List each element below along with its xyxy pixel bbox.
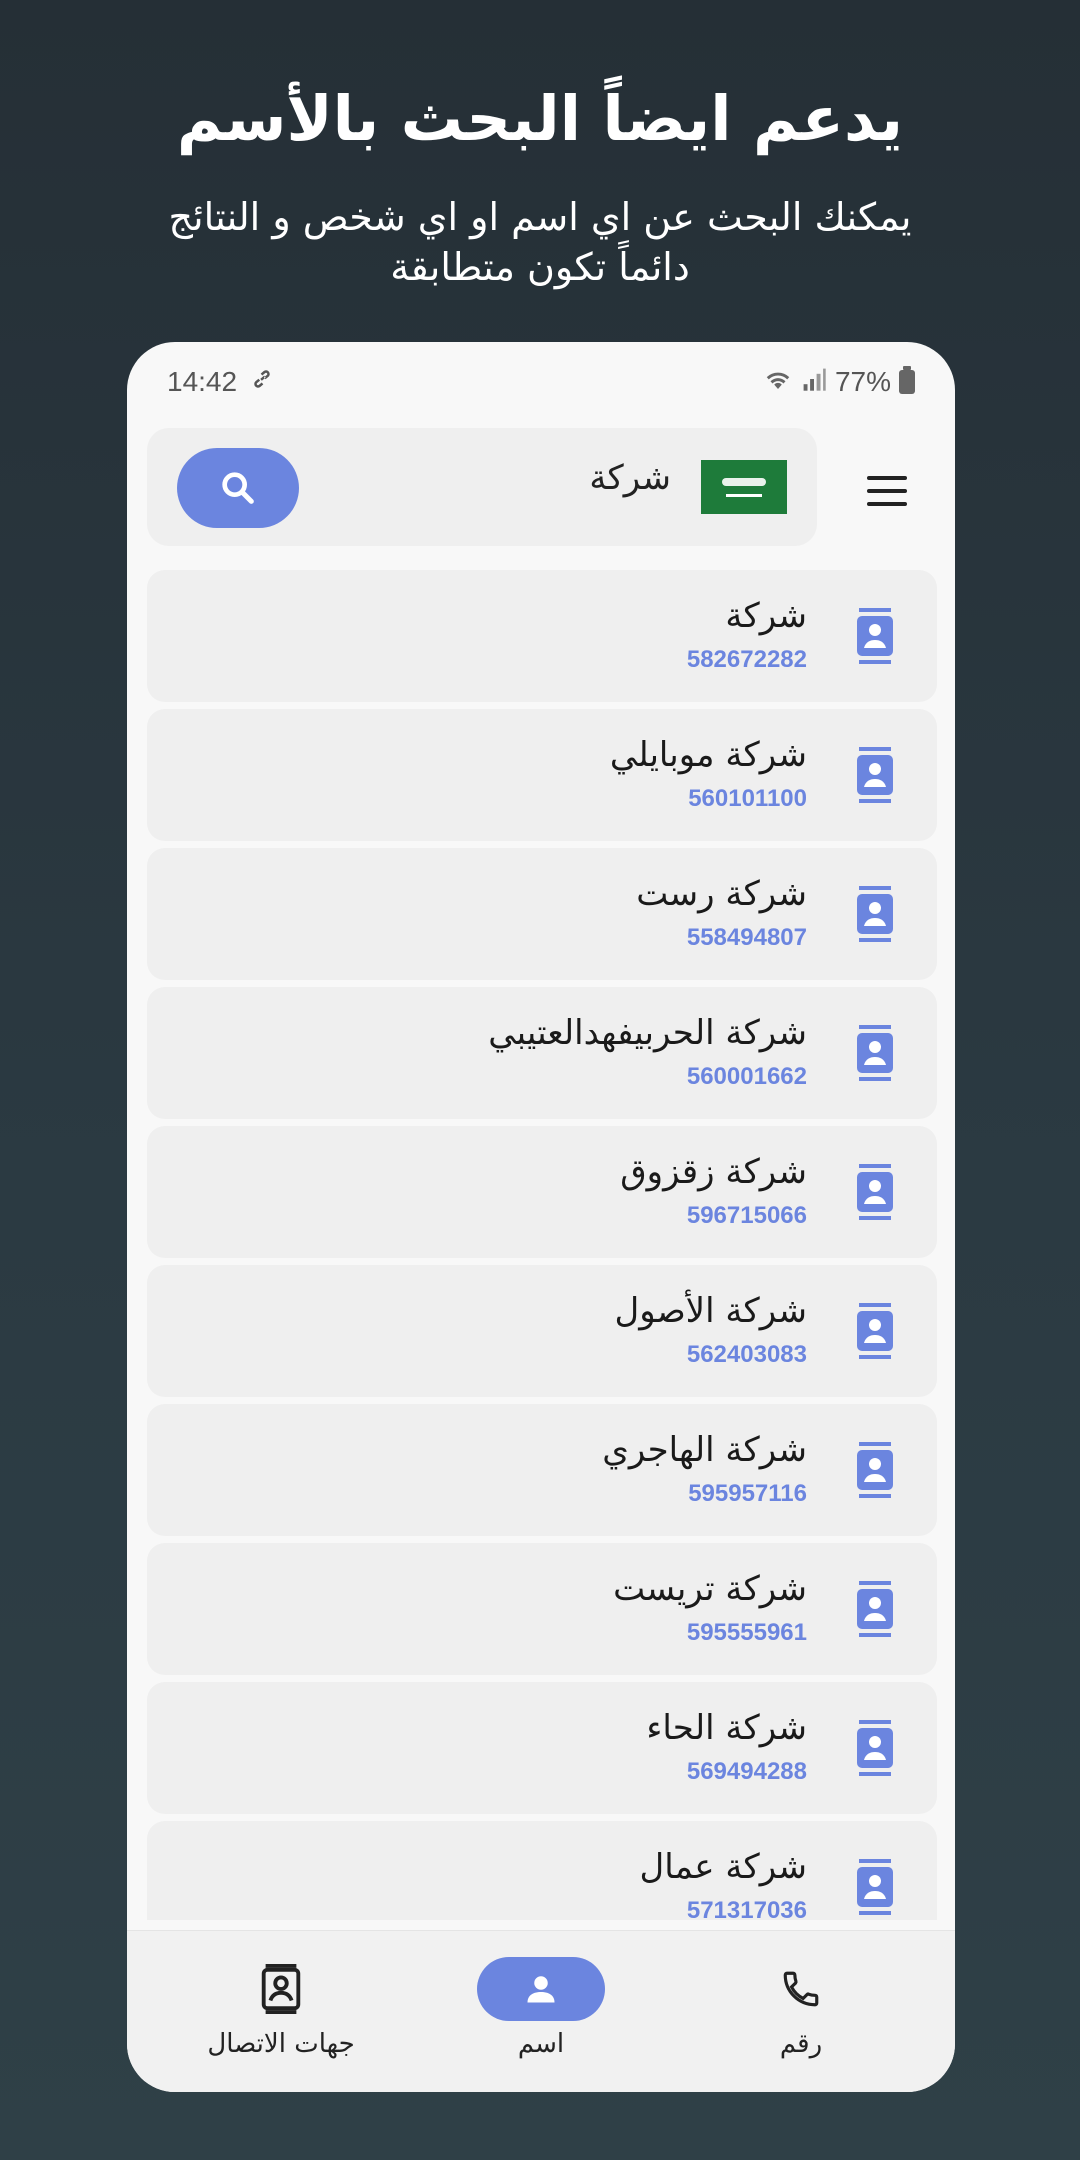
contact-name: شركة زقزوق	[620, 1152, 807, 1192]
results-list: شركة 582672282 شركة موبايلي 560101100 شركة ر…	[147, 570, 937, 1920]
list-item[interactable]: شركة الحاء 569494288	[147, 1682, 937, 1814]
contact-card-icon	[857, 1025, 893, 1081]
contacts-icon	[261, 1964, 301, 2014]
list-item[interactable]: شركة زقزوق 596715066	[147, 1126, 937, 1258]
list-item[interactable]: شركة الأصول 562403083	[147, 1265, 937, 1397]
wifi-icon	[763, 365, 793, 400]
contact-card-icon	[857, 747, 893, 803]
signal-icon	[801, 366, 827, 399]
nav-contacts[interactable]: جهات الاتصال	[171, 1957, 391, 2059]
list-item[interactable]: شركة رست 558494807	[147, 848, 937, 980]
contact-card-icon	[857, 1720, 893, 1776]
bottom-nav: جهات الاتصال اسم رقم	[127, 1930, 955, 2092]
nav-number-label: رقم	[779, 2029, 823, 2059]
contact-number: 560101100	[688, 785, 807, 812]
contact-number: 562403083	[686, 1341, 807, 1368]
list-item[interactable]: شركة الهاجري 595957116	[147, 1404, 937, 1536]
contact-number: 595957116	[688, 1480, 807, 1507]
nav-name-active-pill[interactable]	[477, 1957, 605, 2021]
contact-number: 569494288	[686, 1758, 807, 1785]
contact-card-icon	[857, 1164, 893, 1220]
contact-card-icon	[857, 1303, 893, 1359]
list-item[interactable]: شركة عمال 571317036	[147, 1821, 937, 1920]
contact-card-icon	[857, 1859, 893, 1915]
contact-number: 560001662	[686, 1063, 807, 1090]
contact-name: شركة الهاجري	[602, 1430, 807, 1470]
contact-number: 595555961	[686, 1619, 807, 1646]
contact-name: شركة الحربيفهدالعتيبي	[488, 1013, 807, 1053]
contact-card-icon	[857, 886, 893, 942]
contact-number: 582672282	[686, 646, 807, 673]
link-icon	[247, 364, 277, 401]
promo-title: يدعم ايضاً البحث بالأسم	[176, 82, 904, 155]
contact-number: 558494807	[686, 924, 807, 951]
contact-name: شركة	[725, 596, 807, 636]
nav-name-label: اسم	[517, 2029, 565, 2059]
contact-number: 596715066	[686, 1202, 807, 1229]
nav-number[interactable]: رقم	[691, 1957, 911, 2059]
saudi-flag-icon[interactable]	[701, 460, 787, 514]
search-icon	[222, 472, 254, 504]
contact-card-icon	[857, 608, 893, 664]
promo-subtitle: يمكنك البحث عن اي اسم او اي شخص و النتائ…	[168, 195, 912, 289]
nav-name[interactable]: اسم	[431, 1957, 651, 2059]
list-item[interactable]: شركة الحربيفهدالعتيبي 560001662	[147, 987, 937, 1119]
phone-screen: 14:42 77% شركة شركة 582672282 شركة موباي…	[127, 342, 955, 2092]
search-bar[interactable]: شركة	[147, 428, 817, 546]
contact-name: شركة عمال	[639, 1847, 807, 1887]
search-button[interactable]	[177, 448, 299, 528]
list-item[interactable]: شركة 582672282	[147, 570, 937, 702]
contact-name: شركة الأصول	[614, 1291, 807, 1331]
contact-name: شركة رست	[636, 874, 807, 914]
contact-name: شركة موبايلي	[609, 735, 807, 775]
contact-name: شركة تريست	[613, 1569, 807, 1609]
battery-icon	[899, 366, 915, 394]
list-item[interactable]: شركة موبايلي 560101100	[147, 709, 937, 841]
contact-card-icon	[857, 1442, 893, 1498]
contact-name: شركة الحاء	[646, 1708, 807, 1748]
nav-contacts-label: جهات الاتصال	[207, 2029, 355, 2059]
phone-icon	[783, 1971, 819, 2007]
hamburger-menu-icon[interactable]	[867, 476, 907, 506]
contact-card-icon	[857, 1581, 893, 1637]
status-bar: 14:42 77%	[127, 342, 955, 422]
list-item[interactable]: شركة تريست 595555961	[147, 1543, 937, 1675]
battery-percent: 77%	[834, 366, 891, 397]
search-input[interactable]: شركة	[589, 458, 671, 498]
contact-number: 571317036	[686, 1897, 807, 1920]
status-time: 14:42	[167, 366, 238, 397]
person-icon	[527, 1976, 555, 2003]
